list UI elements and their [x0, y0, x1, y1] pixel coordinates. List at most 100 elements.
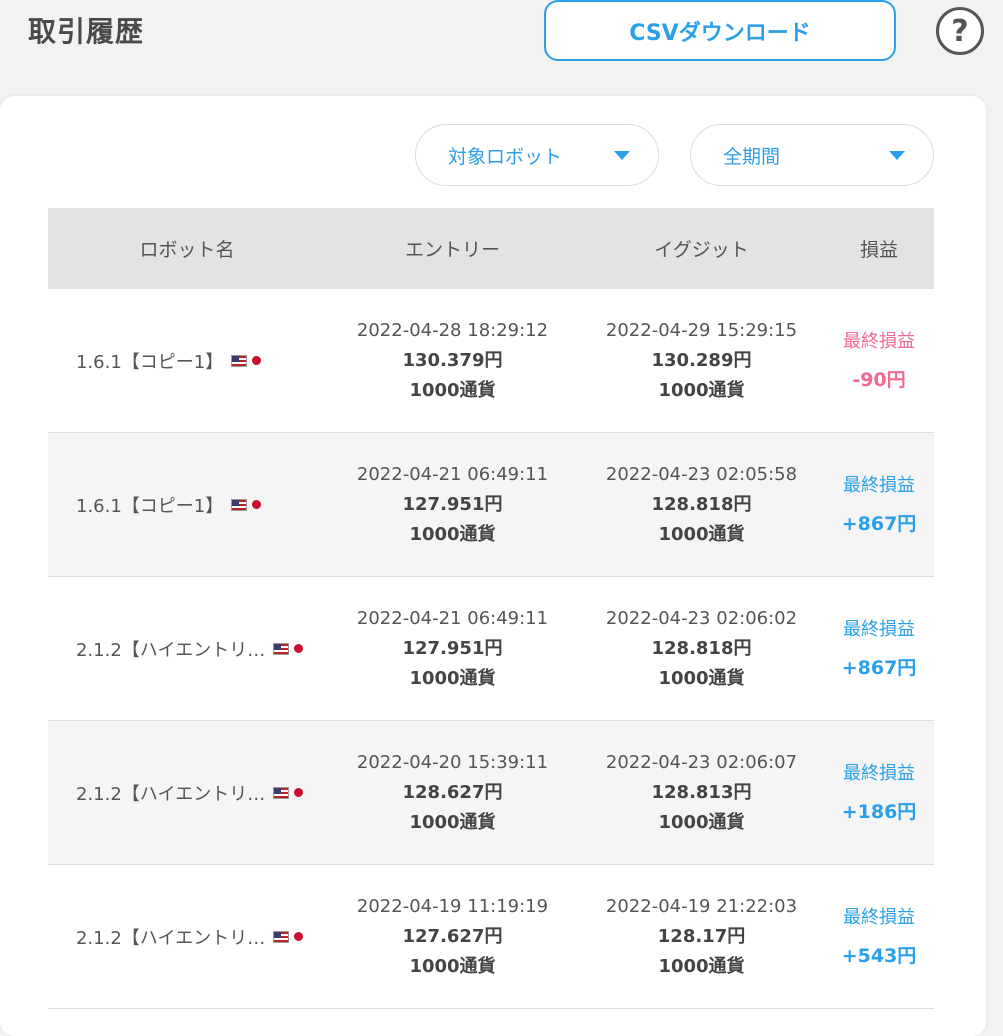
profit-loss-label: 最終損益	[843, 906, 915, 928]
trade-history-card: 対象ロボット 全期間 ロボット名 エントリー イグジット 損益 1.6.1【コピ…	[0, 96, 986, 1036]
profit-loss-cell: 最終損益 -90円	[824, 323, 934, 399]
exit-cell: 2022-04-29 15:29:15 130.289円 1000通貨	[579, 316, 824, 406]
csv-download-button[interactable]: CSVダウンロード	[544, 0, 896, 61]
currency-pair-flags	[273, 786, 304, 799]
robot-name: 2.1.2【ハイエントリ…	[76, 927, 266, 949]
exit-quantity: 1000通貨	[658, 523, 745, 545]
exit-cell: 2022-04-19 21:22:03 128.17円 1000通貨	[579, 892, 824, 982]
exit-price: 128.818円	[651, 637, 752, 659]
exit-time: 2022-04-19 21:22:03	[605, 895, 798, 917]
table-row[interactable]: 2.1.2【ハイエントリ… 2022-04-21 06:49:11 127.951円…	[48, 577, 934, 721]
exit-quantity: 1000通貨	[658, 667, 745, 689]
us-flag-icon	[231, 354, 248, 367]
column-header-pl: 損益	[859, 239, 898, 261]
exit-time: 2022-04-23 02:06:07	[605, 751, 798, 773]
us-flag-icon	[273, 930, 290, 943]
exit-price: 130.289円	[651, 349, 752, 371]
robot-filter-dropdown[interactable]: 対象ロボット	[415, 124, 659, 186]
profit-loss-value: +867円	[841, 656, 917, 679]
profit-loss-label: 最終損益	[843, 762, 915, 784]
entry-time: 2022-04-19 11:19:19	[356, 895, 549, 917]
profit-loss-value: +867円	[841, 512, 917, 535]
entry-price: 128.627円	[402, 781, 503, 803]
jp-flag-icon	[294, 932, 304, 941]
column-header-entry: エントリー	[404, 239, 500, 261]
entry-price: 127.627円	[402, 925, 503, 947]
profit-loss-cell: 最終損益 +543円	[824, 899, 934, 975]
entry-cell: 2022-04-20 15:39:11 128.627円 1000通貨	[326, 748, 579, 838]
entry-quantity: 1000通貨	[409, 667, 496, 689]
profit-loss-cell: 最終損益 +867円	[824, 467, 934, 543]
exit-quantity: 1000通貨	[658, 955, 745, 977]
entry-quantity: 1000通貨	[409, 811, 496, 833]
table-header: ロボット名 エントリー イグジット 損益	[48, 208, 934, 289]
us-flag-icon	[273, 786, 290, 799]
profit-loss-label: 最終損益	[843, 474, 915, 496]
entry-quantity: 1000通貨	[409, 523, 496, 545]
entry-time: 2022-04-20 15:39:11	[356, 751, 549, 773]
currency-pair-flags	[273, 930, 304, 943]
exit-price: 128.818円	[651, 493, 752, 515]
jp-flag-icon	[252, 500, 262, 509]
table-body: 1.6.1【コピー1】 2022-04-28 18:29:12 130.379円 10…	[48, 289, 934, 1009]
profit-loss-value: +543円	[841, 944, 917, 967]
entry-quantity: 1000通貨	[409, 955, 496, 977]
robot-name-cell: 2.1.2【ハイエントリ…	[48, 924, 326, 950]
entry-price: 127.951円	[402, 493, 503, 515]
currency-pair-flags	[273, 642, 304, 655]
trade-table: ロボット名 エントリー イグジット 損益 1.6.1【コピー1】 2022-04-…	[48, 208, 934, 1009]
page-title: 取引履歴	[28, 15, 145, 48]
robot-filter-label: 対象ロボット	[448, 145, 563, 168]
entry-price: 127.951円	[402, 637, 503, 659]
robot-name-cell: 1.6.1【コピー1】	[48, 492, 326, 518]
entry-time: 2022-04-21 06:49:11	[356, 607, 549, 629]
table-row[interactable]: 1.6.1【コピー1】 2022-04-21 06:49:11 127.951円 10…	[48, 433, 934, 577]
profit-loss-cell: 最終損益 +867円	[824, 611, 934, 687]
table-row[interactable]: 1.6.1【コピー1】 2022-04-28 18:29:12 130.379円 10…	[48, 289, 934, 433]
entry-time: 2022-04-28 18:29:12	[356, 319, 549, 341]
profit-loss-value: -90円	[852, 368, 906, 391]
robot-name-cell: 2.1.2【ハイエントリ…	[48, 780, 326, 806]
exit-time: 2022-04-23 02:06:02	[605, 607, 798, 629]
profit-loss-value: +186円	[841, 800, 917, 823]
table-row[interactable]: 2.1.2【ハイエントリ… 2022-04-19 11:19:19 127.627円…	[48, 865, 934, 1009]
robot-name-cell: 1.6.1【コピー1】	[48, 348, 326, 374]
profit-loss-label: 最終損益	[843, 330, 915, 352]
robot-name: 2.1.2【ハイエントリ…	[76, 783, 266, 805]
entry-cell: 2022-04-28 18:29:12 130.379円 1000通貨	[326, 316, 579, 406]
robot-name: 1.6.1【コピー1】	[76, 495, 224, 517]
caret-down-icon	[614, 151, 630, 160]
exit-time: 2022-04-29 15:29:15	[605, 319, 798, 341]
exit-cell: 2022-04-23 02:06:07 128.813円 1000通貨	[579, 748, 824, 838]
entry-cell: 2022-04-21 06:49:11 127.951円 1000通貨	[326, 460, 579, 550]
entry-quantity: 1000通貨	[409, 379, 496, 401]
robot-name-cell: 2.1.2【ハイエントリ…	[48, 636, 326, 662]
jp-flag-icon	[252, 356, 262, 365]
exit-quantity: 1000通貨	[658, 379, 745, 401]
currency-pair-flags	[231, 354, 262, 367]
profit-loss-label: 最終損益	[843, 618, 915, 640]
column-header-robot: ロボット名	[139, 239, 235, 261]
exit-price: 128.813円	[651, 781, 752, 803]
column-header-exit: イグジット	[654, 239, 749, 261]
entry-time: 2022-04-21 06:49:11	[356, 463, 549, 485]
period-filter-label: 全期間	[723, 145, 781, 168]
caret-down-icon	[889, 151, 905, 160]
robot-name: 1.6.1【コピー1】	[76, 351, 224, 373]
help-icon[interactable]: ?	[936, 7, 984, 55]
entry-price: 130.379円	[402, 349, 503, 371]
exit-price: 128.17円	[657, 925, 746, 947]
currency-pair-flags	[231, 498, 262, 511]
jp-flag-icon	[294, 644, 304, 653]
jp-flag-icon	[294, 788, 304, 797]
profit-loss-cell: 最終損益 +186円	[824, 755, 934, 831]
entry-cell: 2022-04-19 11:19:19 127.627円 1000通貨	[326, 892, 579, 982]
exit-quantity: 1000通貨	[658, 811, 745, 833]
us-flag-icon	[231, 498, 248, 511]
entry-cell: 2022-04-21 06:49:11 127.951円 1000通貨	[326, 604, 579, 694]
period-filter-dropdown[interactable]: 全期間	[690, 124, 934, 186]
exit-cell: 2022-04-23 02:05:58 128.818円 1000通貨	[579, 460, 824, 550]
table-row[interactable]: 2.1.2【ハイエントリ… 2022-04-20 15:39:11 128.627円…	[48, 721, 934, 865]
us-flag-icon	[273, 642, 290, 655]
exit-cell: 2022-04-23 02:06:02 128.818円 1000通貨	[579, 604, 824, 694]
